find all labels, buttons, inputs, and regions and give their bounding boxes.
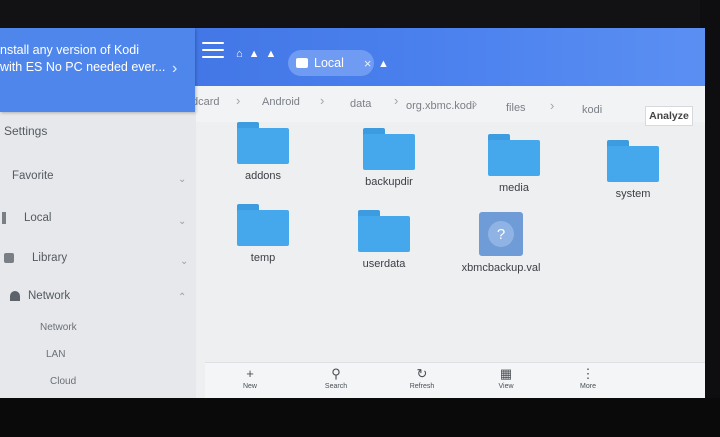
- more-button[interactable]: ⋮ More: [563, 365, 613, 390]
- promo-line-1: nstall any version of Kodi: [0, 43, 139, 57]
- folder-icon: [237, 204, 289, 246]
- sidebar-item-library[interactable]: Library ⌄: [4, 252, 188, 267]
- file-item-media[interactable]: media: [469, 134, 559, 194]
- file-item-userdata[interactable]: userdata: [339, 210, 429, 270]
- app-screen: ⌂ ▲ ▲ Local × ▲ dcard › Android › data ›…: [0, 28, 705, 398]
- monitor-bezel-bottom: [0, 398, 720, 437]
- storage-icon-2[interactable]: ▲: [266, 48, 277, 60]
- network-icon: [10, 291, 20, 301]
- breadcrumb-segment[interactable]: org.xbmc.kodi: [406, 100, 474, 112]
- file-item-temp[interactable]: temp: [218, 204, 308, 264]
- refresh-button[interactable]: ↻ Refresh: [397, 365, 447, 390]
- hamburger-menu-icon[interactable]: [202, 42, 224, 60]
- folder-icon: [363, 128, 415, 170]
- chevron-right-icon[interactable]: ›: [172, 60, 177, 78]
- sidebar-item-label: Local: [24, 212, 52, 224]
- tab-local-label: Local: [314, 56, 344, 70]
- header-quick-icons: ⌂ ▲ ▲: [236, 48, 276, 60]
- file-item-addons[interactable]: addons: [218, 122, 308, 182]
- monitor-bezel-top: [0, 0, 720, 30]
- breadcrumb: dcard › Android › data › org.xbmc.kodi ›…: [190, 86, 705, 126]
- sidebar-item-label: Settings: [4, 124, 48, 138]
- file-item-xbmcbackup[interactable]: ? xbmcbackup.val: [456, 212, 546, 274]
- chevron-right-icon: ›: [550, 98, 555, 113]
- view-button[interactable]: ▦ View: [481, 365, 531, 390]
- sidebar-item-label: Library: [32, 252, 68, 264]
- search-label: Search: [324, 383, 348, 390]
- storage-icon[interactable]: ▲: [249, 48, 260, 60]
- file-item-backupdir[interactable]: backupdir: [344, 128, 434, 188]
- folder-icon: [237, 122, 289, 164]
- plus-icon: +: [246, 366, 254, 381]
- breadcrumb-segment[interactable]: kodi: [582, 104, 602, 116]
- refresh-icon: ↻: [416, 366, 428, 381]
- file-name: addons: [244, 170, 282, 182]
- sidebar-item-label: Network: [28, 290, 71, 302]
- grid-view-icon: ▦: [499, 366, 513, 381]
- phone-icon: [2, 212, 6, 224]
- breadcrumb-segment[interactable]: data: [350, 98, 371, 110]
- sidebar-item-label: Favorite: [12, 170, 54, 182]
- file-name: xbmcbackup.val: [461, 262, 541, 274]
- refresh-label: Refresh: [409, 383, 435, 390]
- sidebar-item-local[interactable]: Local ⌄: [2, 212, 186, 227]
- new-label: New: [242, 383, 257, 390]
- sidebar: Settings Favorite ⌄ Local ⌄ Library ⌄ Ne…: [0, 112, 196, 398]
- view-label: View: [498, 383, 514, 390]
- chevron-right-icon: ›: [236, 93, 241, 108]
- search-button[interactable]: ⚲ Search: [311, 365, 361, 390]
- promo-line-2: with ES No PC needed ever...: [0, 60, 166, 74]
- sidebar-subitem-lan[interactable]: LAN: [46, 349, 65, 360]
- chevron-right-icon: ›: [473, 96, 478, 111]
- folder-icon: [607, 140, 659, 182]
- file-grid: addons backupdir media system temp userd…: [196, 122, 705, 368]
- file-item-system[interactable]: system: [588, 140, 678, 200]
- chevron-down-icon[interactable]: ⌄: [180, 256, 188, 267]
- storage-icon-3[interactable]: ▲: [378, 58, 389, 70]
- sidebar-item-settings[interactable]: Settings: [4, 124, 47, 138]
- file-name: media: [499, 182, 529, 194]
- promo-banner[interactable]: nstall any version of Kodi with ES No PC…: [0, 28, 195, 112]
- breadcrumb-segment[interactable]: dcard: [192, 96, 220, 108]
- chevron-up-icon[interactable]: ⌃: [178, 292, 186, 303]
- sidebar-subitem-cloud[interactable]: Cloud: [50, 376, 76, 387]
- file-name: userdata: [362, 258, 406, 270]
- more-vertical-icon: ⋮: [581, 366, 595, 381]
- device-icon: [296, 58, 308, 68]
- library-icon: [4, 253, 14, 263]
- search-icon: ⚲: [331, 366, 341, 381]
- sidebar-item-network[interactable]: Network ⌃: [10, 290, 186, 303]
- folder-icon: [488, 134, 540, 176]
- tab-local[interactable]: Local ×: [288, 50, 374, 76]
- home-icon[interactable]: ⌂: [236, 48, 243, 60]
- file-name: backupdir: [365, 176, 413, 188]
- sidebar-subitem-network[interactable]: Network: [40, 322, 77, 333]
- bottom-toolbar: + New ⚲ Search ↻ Refresh ▦ View ⋮ More: [205, 362, 705, 398]
- close-icon[interactable]: ×: [364, 56, 372, 71]
- more-label: More: [580, 383, 596, 390]
- sidebar-item-favorite[interactable]: Favorite ⌄: [12, 170, 186, 185]
- folder-icon: [358, 210, 410, 252]
- file-name: system: [615, 188, 651, 200]
- breadcrumb-segment[interactable]: files: [506, 102, 526, 114]
- unknown-file-icon: ?: [479, 212, 523, 256]
- chevron-right-icon: ›: [320, 93, 325, 108]
- breadcrumb-segment[interactable]: Android: [262, 96, 300, 108]
- chevron-right-icon: ›: [394, 93, 399, 108]
- chevron-down-icon[interactable]: ⌄: [178, 174, 186, 185]
- new-button[interactable]: + New: [225, 365, 275, 390]
- file-name: temp: [250, 252, 276, 264]
- chevron-down-icon[interactable]: ⌄: [178, 216, 186, 227]
